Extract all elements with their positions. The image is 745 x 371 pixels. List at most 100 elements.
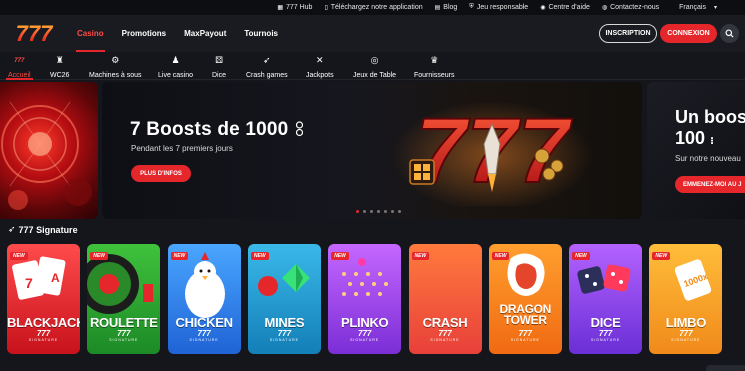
game-card-blackjack[interactable]: 7 A NEW BLACKJACK 777 SIGNATURE [7,244,80,354]
topbar-link-help[interactable]: ◉ Centre d'aide [540,4,590,11]
new-badge: NEW [331,252,349,260]
language-selector[interactable]: Français ▾ [679,4,717,11]
game-tagline: SIGNATURE [350,338,380,342]
game-card-dice[interactable]: NEW DICE 777 SIGNATURE [569,244,643,354]
game-card-dragon-tower[interactable]: NEW DRAGON TOWER 777 SIGNATURE [488,244,562,354]
game-brand: 777 [438,329,452,338]
coin-icon: ⁝ [710,136,714,147]
game-brand: 777 [197,329,211,338]
topbar-link-responsible[interactable]: ⛨ Jeu responsable [469,4,528,11]
banner-next-cta-button[interactable]: EMMENEZ-MOI AU J [675,176,745,193]
roulette-art [1,101,92,210]
game-card-roulette[interactable]: NEW ROULETTE 777 SIGNATURE [87,244,161,354]
utility-bar: ▦ 777 Hub ▯ Téléchargez notre application … [0,0,745,15]
new-badge: NEW [572,252,590,260]
game-title: MINES [264,315,305,330]
game-title: PLINKO [341,315,389,330]
game-card-crash[interactable]: NEW CRASH 777 SIGNATURE [408,244,482,354]
category-dice[interactable]: ⚄ Dice [212,55,226,79]
banner-previous[interactable] [0,82,98,219]
logo-777[interactable]: 777 [8,21,60,46]
new-badge: NEW [491,252,510,260]
category-jackpots[interactable]: ✕ Jackpots [306,55,334,79]
game-tagline: SIGNATURE [269,338,299,342]
chat-widget-tab[interactable] [706,365,745,371]
banner-more-info-button[interactable]: PLUS D'INFOS [131,165,191,182]
game-brand: 777 [518,329,532,338]
coin-icon [295,121,304,137]
nav-promotions[interactable]: Promotions [113,15,175,52]
new-badge: NEW [170,252,189,260]
book-icon: ▤ [434,5,441,11]
topbar-link-hub[interactable]: ▦ 777 Hub [277,4,312,11]
topbar-link-blog[interactable]: ▤ Blog [435,4,458,11]
carousel-dot[interactable] [384,210,387,213]
banner-title: 7 Boosts de 1000 [130,119,304,141]
carousel-dot[interactable] [370,210,373,213]
game-tagline: SIGNATURE [109,338,139,342]
game-title: BLACKJACK [7,315,80,330]
carousel-dot[interactable] [363,210,366,213]
register-button[interactable]: INSCRIPTION [599,24,657,43]
svg-text:7: 7 [25,275,33,291]
nav-maxpayout[interactable]: MaxPayout [175,15,235,52]
signature-games-row: 7 A NEW BLACKJACK 777 SIGNATURE NEW ROULETTE 777… [7,244,745,354]
new-badge: NEW [411,252,430,260]
game-card-mines[interactable]: NEW MINES 777 SIGNATURE [247,244,321,354]
game-tagline: SIGNATURE [510,338,540,342]
chevron-down-icon: ▾ [713,5,717,11]
dice-icon: ⚄ [215,55,223,65]
category-accueil[interactable]: 777 Accueil [6,55,33,80]
chip-icon: ◎ [370,55,379,65]
game-title: DRAGON TOWER [489,303,562,326]
banner-active[interactable]: 7 Boosts de 1000 Pendant les 7 premiers … [102,82,642,219]
carousel-dot[interactable] [398,210,401,213]
rocket-icon: ➶ [263,55,271,65]
carousel-dot[interactable] [391,210,394,213]
login-button[interactable]: CONNEXION [660,24,717,43]
grid-icon: ▦ [277,5,283,11]
logo-text: 777 [16,22,54,44]
category-table-games[interactable]: ◎ Jeux de Table [353,55,396,79]
jackpot-icon: ✕ [316,55,324,65]
crown-icon: ♛ [430,55,439,65]
game-brand: 777 [679,329,693,338]
search-button[interactable] [720,24,739,43]
main-header: 777 Casino Promotions MaxPayout Tournois… [0,15,745,52]
game-tagline: SIGNATURE [671,338,701,342]
phone-icon: ▯ [324,5,328,11]
rocket-icon: ➶ [8,224,16,234]
banner-777-art: 777 [392,99,592,206]
shield-icon: ⛨ [469,4,474,10]
svg-text:A: A [51,271,60,285]
new-badge: NEW [90,252,108,260]
new-badge: NEW [652,252,671,260]
search-icon [725,29,734,38]
game-tagline: SIGNATURE [189,338,219,342]
game-title: LIMBO [665,315,707,330]
category-wc26[interactable]: ♜ WC26 [50,55,69,79]
game-card-limbo[interactable]: 1000x NEW LIMBO 777 SIGNATURE [649,244,723,354]
game-card-chicken[interactable]: NEW CHICKEN 777 SIGNATURE [167,244,241,354]
promo-carousel: 7 Boosts de 1000 Pendant les 7 premiers … [0,82,745,219]
game-brand: 777 [117,329,131,338]
game-card-plinko[interactable]: NEW PLINKO 777 SIGNATURE [328,244,402,354]
category-bar: 777 Accueil ♜ WC26 ⚙ Machines à sous ♟ L… [0,52,745,80]
new-badge: NEW [250,252,269,260]
topbar-link-contact[interactable]: ◍ Contactez-nous [602,4,659,11]
slot-machine-icon: ⚙ [111,55,120,65]
category-live-casino[interactable]: ♟ Live casino [158,55,193,79]
user-icon: ◉ [540,5,546,11]
category-providers[interactable]: ♛ Fournisseurs [414,55,454,79]
category-crash-games[interactable]: ➶ Crash games [246,55,288,79]
logo-777-graphic: 777 [16,21,54,46]
game-tagline: SIGNATURE [591,338,621,342]
carousel-dot[interactable] [356,210,359,213]
category-slots[interactable]: ⚙ Machines à sous [89,55,142,79]
carousel-dot[interactable] [377,210,380,213]
section-title-signature: ➶ 777 Signature [8,224,78,235]
topbar-link-app[interactable]: ▯ Téléchargez notre application [324,4,422,11]
nav-casino[interactable]: Casino [68,15,113,52]
nav-tournois[interactable]: Tournois [235,15,287,52]
banner-next[interactable]: Un boos 100 ⁝ Sur notre nouveau EMMENEZ-… [647,82,745,219]
